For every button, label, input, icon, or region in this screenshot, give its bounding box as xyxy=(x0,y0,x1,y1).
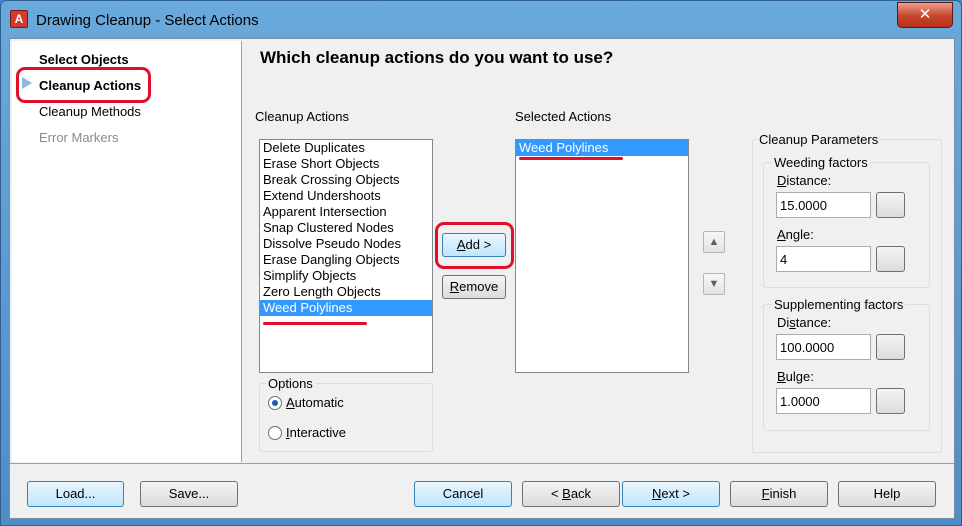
automatic-label: Automatic xyxy=(286,395,344,410)
dialog-body: Select Objects Cleanup Actions Cleanup M… xyxy=(9,38,955,519)
cleanup-parameters-title: Cleanup Parameters xyxy=(757,132,881,147)
interactive-radio[interactable] xyxy=(268,426,282,440)
title-bar[interactable]: A Drawing Cleanup - Select Actions ✕ xyxy=(1,1,961,39)
list-item[interactable]: Dissolve Pseudo Nodes xyxy=(260,236,432,252)
supplementing-distance-pick-button[interactable] xyxy=(876,334,905,360)
autocad-logo-icon: A xyxy=(10,10,28,28)
supplementing-factors-group: Supplementing factors Distance: 100.0000… xyxy=(763,297,930,431)
save-button[interactable]: Save... xyxy=(140,481,238,507)
list-item[interactable]: Erase Dangling Objects xyxy=(260,252,432,268)
weeding-distance-pick-button[interactable] xyxy=(876,192,905,218)
list-item[interactable]: Weed Polylines xyxy=(260,300,432,316)
main-panel: Which cleanup actions do you want to use… xyxy=(243,41,953,462)
supplementing-bulge-field[interactable]: 1.0000 xyxy=(776,388,871,414)
cancel-button[interactable]: Cancel xyxy=(414,481,512,507)
weeding-angle-pick-button[interactable] xyxy=(876,246,905,272)
options-group: Options Automatic Interactive xyxy=(259,376,433,452)
interactive-label: Interactive xyxy=(286,425,346,440)
weeding-factors-group: Weeding factors Distance: 15.0000 Angle:… xyxy=(763,155,930,288)
close-button[interactable]: ✕ xyxy=(897,2,953,28)
nav-item-error-markers: Error Markers xyxy=(39,130,119,145)
footer-bar: Load... Save... Cancel < Back Next > Fin… xyxy=(10,463,954,518)
weeding-angle-field[interactable]: 4 xyxy=(776,246,871,272)
annotation-ring-add xyxy=(435,222,514,269)
nav-item-select-objects[interactable]: Select Objects xyxy=(39,52,129,67)
list-item[interactable]: Snap Clustered Nodes xyxy=(260,220,432,236)
annotation-underline-available xyxy=(263,322,367,325)
wizard-steps-nav: Select Objects Cleanup Actions Cleanup M… xyxy=(12,41,242,462)
cleanup-actions-list[interactable]: Delete Duplicates Erase Short Objects Brea… xyxy=(259,139,433,373)
supplementing-distance-label: Distance: xyxy=(777,315,832,330)
list-item[interactable]: Simplify Objects xyxy=(260,268,432,284)
list-item[interactable]: Erase Short Objects xyxy=(260,156,432,172)
move-down-button[interactable]: ▼ xyxy=(703,273,725,295)
cleanup-parameters-group: Cleanup Parameters Weeding factors Dista… xyxy=(752,132,942,453)
weeding-factors-title: Weeding factors xyxy=(772,155,870,170)
selected-actions-label: Selected Actions xyxy=(515,109,612,124)
list-item[interactable]: Extend Undershoots xyxy=(260,188,432,204)
list-item[interactable]: Weed Polylines xyxy=(516,140,688,156)
load-button[interactable]: Load... xyxy=(27,481,124,507)
selected-actions-list[interactable]: Weed Polylines xyxy=(515,139,689,373)
weeding-distance-label: Distance: xyxy=(777,173,832,188)
help-button[interactable]: Help xyxy=(838,481,936,507)
list-item[interactable]: Zero Length Objects xyxy=(260,284,432,300)
annotation-underline-selected xyxy=(519,157,623,160)
page-heading: Which cleanup actions do you want to use… xyxy=(260,48,614,67)
finish-button[interactable]: Finish xyxy=(730,481,828,507)
supplementing-factors-title: Supplementing factors xyxy=(772,297,906,312)
arrow-down-icon: ▼ xyxy=(708,278,720,290)
arrow-up-icon: ▲ xyxy=(708,236,720,248)
nav-item-cleanup-methods[interactable]: Cleanup Methods xyxy=(39,104,141,119)
cleanup-actions-label: Cleanup Actions xyxy=(255,109,349,124)
list-item[interactable]: Break Crossing Objects xyxy=(260,172,432,188)
list-item[interactable]: Delete Duplicates xyxy=(260,140,432,156)
window-title: Drawing Cleanup - Select Actions xyxy=(36,12,259,29)
remove-button[interactable]: Remove xyxy=(442,275,506,299)
annotation-ring-current-step xyxy=(16,67,151,103)
dialog-window: A Drawing Cleanup - Select Actions ✕ Sel… xyxy=(0,0,962,526)
back-button[interactable]: < Back xyxy=(522,481,620,507)
automatic-radio[interactable] xyxy=(268,396,282,410)
weeding-angle-label: Angle: xyxy=(777,227,814,242)
move-up-button[interactable]: ▲ xyxy=(703,231,725,253)
options-title: Options xyxy=(266,376,315,391)
next-button[interactable]: Next > xyxy=(622,481,720,507)
list-item[interactable]: Apparent Intersection xyxy=(260,204,432,220)
supplementing-bulge-label: Bulge: xyxy=(777,369,814,384)
supplementing-distance-field[interactable]: 100.0000 xyxy=(776,334,871,360)
weeding-distance-field[interactable]: 15.0000 xyxy=(776,192,871,218)
supplementing-bulge-pick-button[interactable] xyxy=(876,388,905,414)
